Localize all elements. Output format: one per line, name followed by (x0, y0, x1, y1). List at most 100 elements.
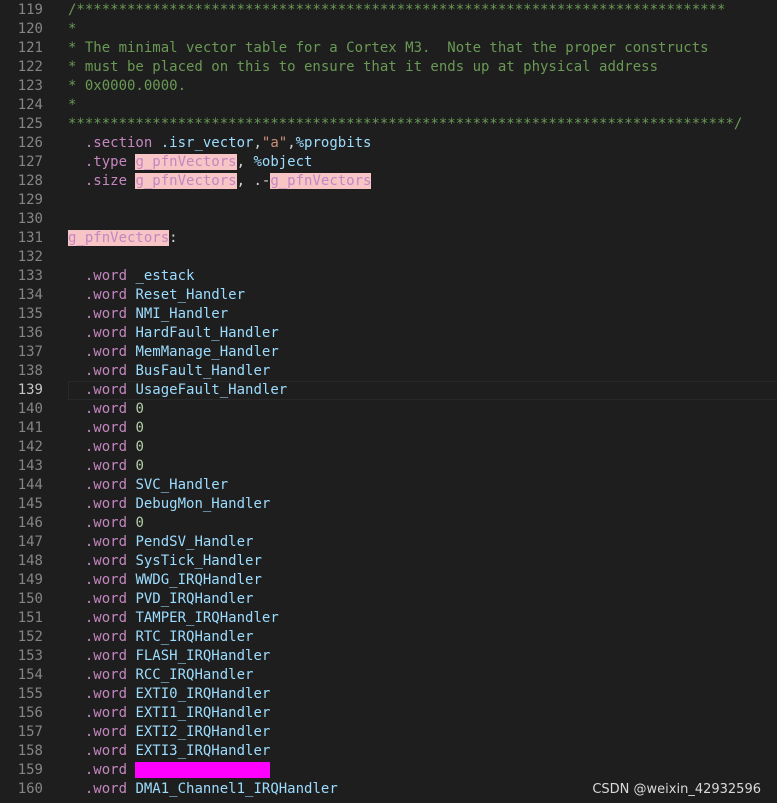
code-token: .isr_vector (160, 135, 254, 151)
code-token: TAMPER_IRQHandler (135, 610, 279, 626)
code-line[interactable]: 158 .word EXTI3_IRQHandler (0, 742, 777, 761)
code-line[interactable]: 152 .word RTC_IRQHandler (0, 628, 777, 647)
code-line[interactable]: 132 (0, 248, 777, 267)
code-text: .word 0 (68, 400, 144, 419)
code-line[interactable]: 122 * must be placed on this to ensure th… (0, 58, 777, 77)
line-number: 135 (17, 306, 43, 322)
code-token: .word (84, 363, 128, 379)
code-token: .word (84, 648, 128, 664)
line-number: 132 (17, 249, 43, 265)
code-line[interactable]: 131 g_pfnVectors: (0, 229, 777, 248)
line-number: 142 (17, 439, 43, 455)
code-line[interactable]: 136 .word HardFault_Handler (0, 324, 777, 343)
code-text: .word 0 (68, 514, 144, 533)
code-line[interactable]: 126 .section .isr_vector,"a",%progbits (0, 134, 777, 153)
code-line[interactable]: 148 .word SysTick_Handler (0, 552, 777, 571)
code-token: NMI_Handler (135, 306, 229, 322)
code-line[interactable]: 144 .word SVC_Handler (0, 476, 777, 495)
code-line[interactable]: 156 .word EXTI1_IRQHandler (0, 704, 777, 723)
line-number: 122 (17, 59, 43, 75)
code-line[interactable]: 159 .word EXTI4_IRQHandler (0, 761, 777, 780)
code-text: * 0x0000.0000. (68, 77, 186, 96)
code-line[interactable]: 137 .word MemManage_Handler (0, 343, 777, 362)
code-token: .word (84, 610, 128, 626)
code-line[interactable]: 128 .size g_pfnVectors, .-g_pfnVectors (0, 172, 777, 191)
line-number: 146 (17, 515, 43, 531)
code-line[interactable]: 149 .word WWDG_IRQHandler (0, 571, 777, 590)
code-token: .type (84, 154, 128, 170)
code-line[interactable]: 146 .word 0 (0, 514, 777, 533)
code-token: .word (84, 420, 128, 436)
code-line[interactable]: 153 .word FLASH_IRQHandler (0, 647, 777, 666)
code-line[interactable]: 140 .word 0 (0, 400, 777, 419)
code-line[interactable]: 130 (0, 210, 777, 229)
code-line[interactable]: 120 * (0, 20, 777, 39)
code-line[interactable]: 119 /************************************… (0, 1, 777, 20)
code-token: .word (84, 591, 128, 607)
line-number: 131 (17, 230, 43, 246)
code-line[interactable]: 151 .word TAMPER_IRQHandler (0, 609, 777, 628)
search-match: g_pfnVectors (68, 230, 170, 246)
code-line[interactable]: 141 .word 0 (0, 419, 777, 438)
code-text: .word PVD_IRQHandler (68, 590, 254, 609)
code-line[interactable]: 145 .word DebugMon_Handler (0, 495, 777, 514)
line-number: 128 (17, 173, 43, 189)
code-token: .word (84, 686, 128, 702)
code-text: * The minimal vector table for a Cortex … (68, 39, 709, 58)
code-text: .word EXTI4_IRQHandler (68, 761, 271, 780)
code-line[interactable]: 121 * The minimal vector table for a Cort… (0, 39, 777, 58)
line-number: 158 (17, 743, 43, 759)
code-text: .word HardFault_Handler (68, 324, 279, 343)
code-line[interactable]: 134 .word Reset_Handler (0, 286, 777, 305)
code-line[interactable]: 124 * (0, 96, 777, 115)
code-text: .word 0 (68, 438, 144, 457)
code-line[interactable]: 139 .word UsageFault_Handler (0, 381, 777, 400)
code-line[interactable]: 143 .word 0 (0, 457, 777, 476)
code-line[interactable]: 142 .word 0 (0, 438, 777, 457)
code-line[interactable]: 138 .word BusFault_Handler (0, 362, 777, 381)
code-line[interactable]: 147 .word PendSV_Handler (0, 533, 777, 552)
code-editor[interactable]: 119 /************************************… (0, 0, 777, 803)
code-line[interactable]: 133 .word _estack (0, 267, 777, 286)
code-text: .word EXTI2_IRQHandler (68, 723, 270, 742)
line-number: 133 (17, 268, 43, 284)
code-token: %progbits (295, 135, 372, 151)
code-token: EXTI3_IRQHandler (135, 743, 271, 759)
line-number: 154 (17, 667, 43, 683)
code-line[interactable]: 123 * 0x0000.0000. (0, 77, 777, 96)
code-line[interactable]: 135 .word NMI_Handler (0, 305, 777, 324)
code-line[interactable]: 127 .type g_pfnVectors, %object (0, 153, 777, 172)
code-line[interactable]: 154 .word RCC_IRQHandler (0, 666, 777, 685)
code-token: * The minimal vector table for a Cortex … (68, 40, 709, 56)
line-number: 152 (17, 629, 43, 645)
code-line[interactable]: 150 .word PVD_IRQHandler (0, 590, 777, 609)
code-token: .word (84, 667, 128, 683)
code-text: .word RTC_IRQHandler (68, 628, 254, 647)
line-number: 130 (17, 211, 43, 227)
code-token: DMA1_Channel1_IRQHandler (135, 781, 338, 797)
code-text: .word SysTick_Handler (68, 552, 262, 571)
code-line[interactable]: 125 *************************************… (0, 115, 777, 134)
code-token: , (287, 135, 296, 151)
line-number: 145 (17, 496, 43, 512)
code-text: .word WWDG_IRQHandler (68, 571, 262, 590)
code-token: * (68, 21, 77, 37)
code-line[interactable]: 155 .word EXTI0_IRQHandler (0, 685, 777, 704)
code-token: DebugMon_Handler (135, 496, 271, 512)
code-token: 0 (135, 458, 144, 474)
search-match: g_pfnVectors (270, 173, 372, 189)
code-line[interactable]: 129 (0, 191, 777, 210)
code-text: .word DMA1_Channel1_IRQHandler (68, 780, 338, 799)
code-line[interactable]: 157 .word EXTI2_IRQHandler (0, 723, 777, 742)
